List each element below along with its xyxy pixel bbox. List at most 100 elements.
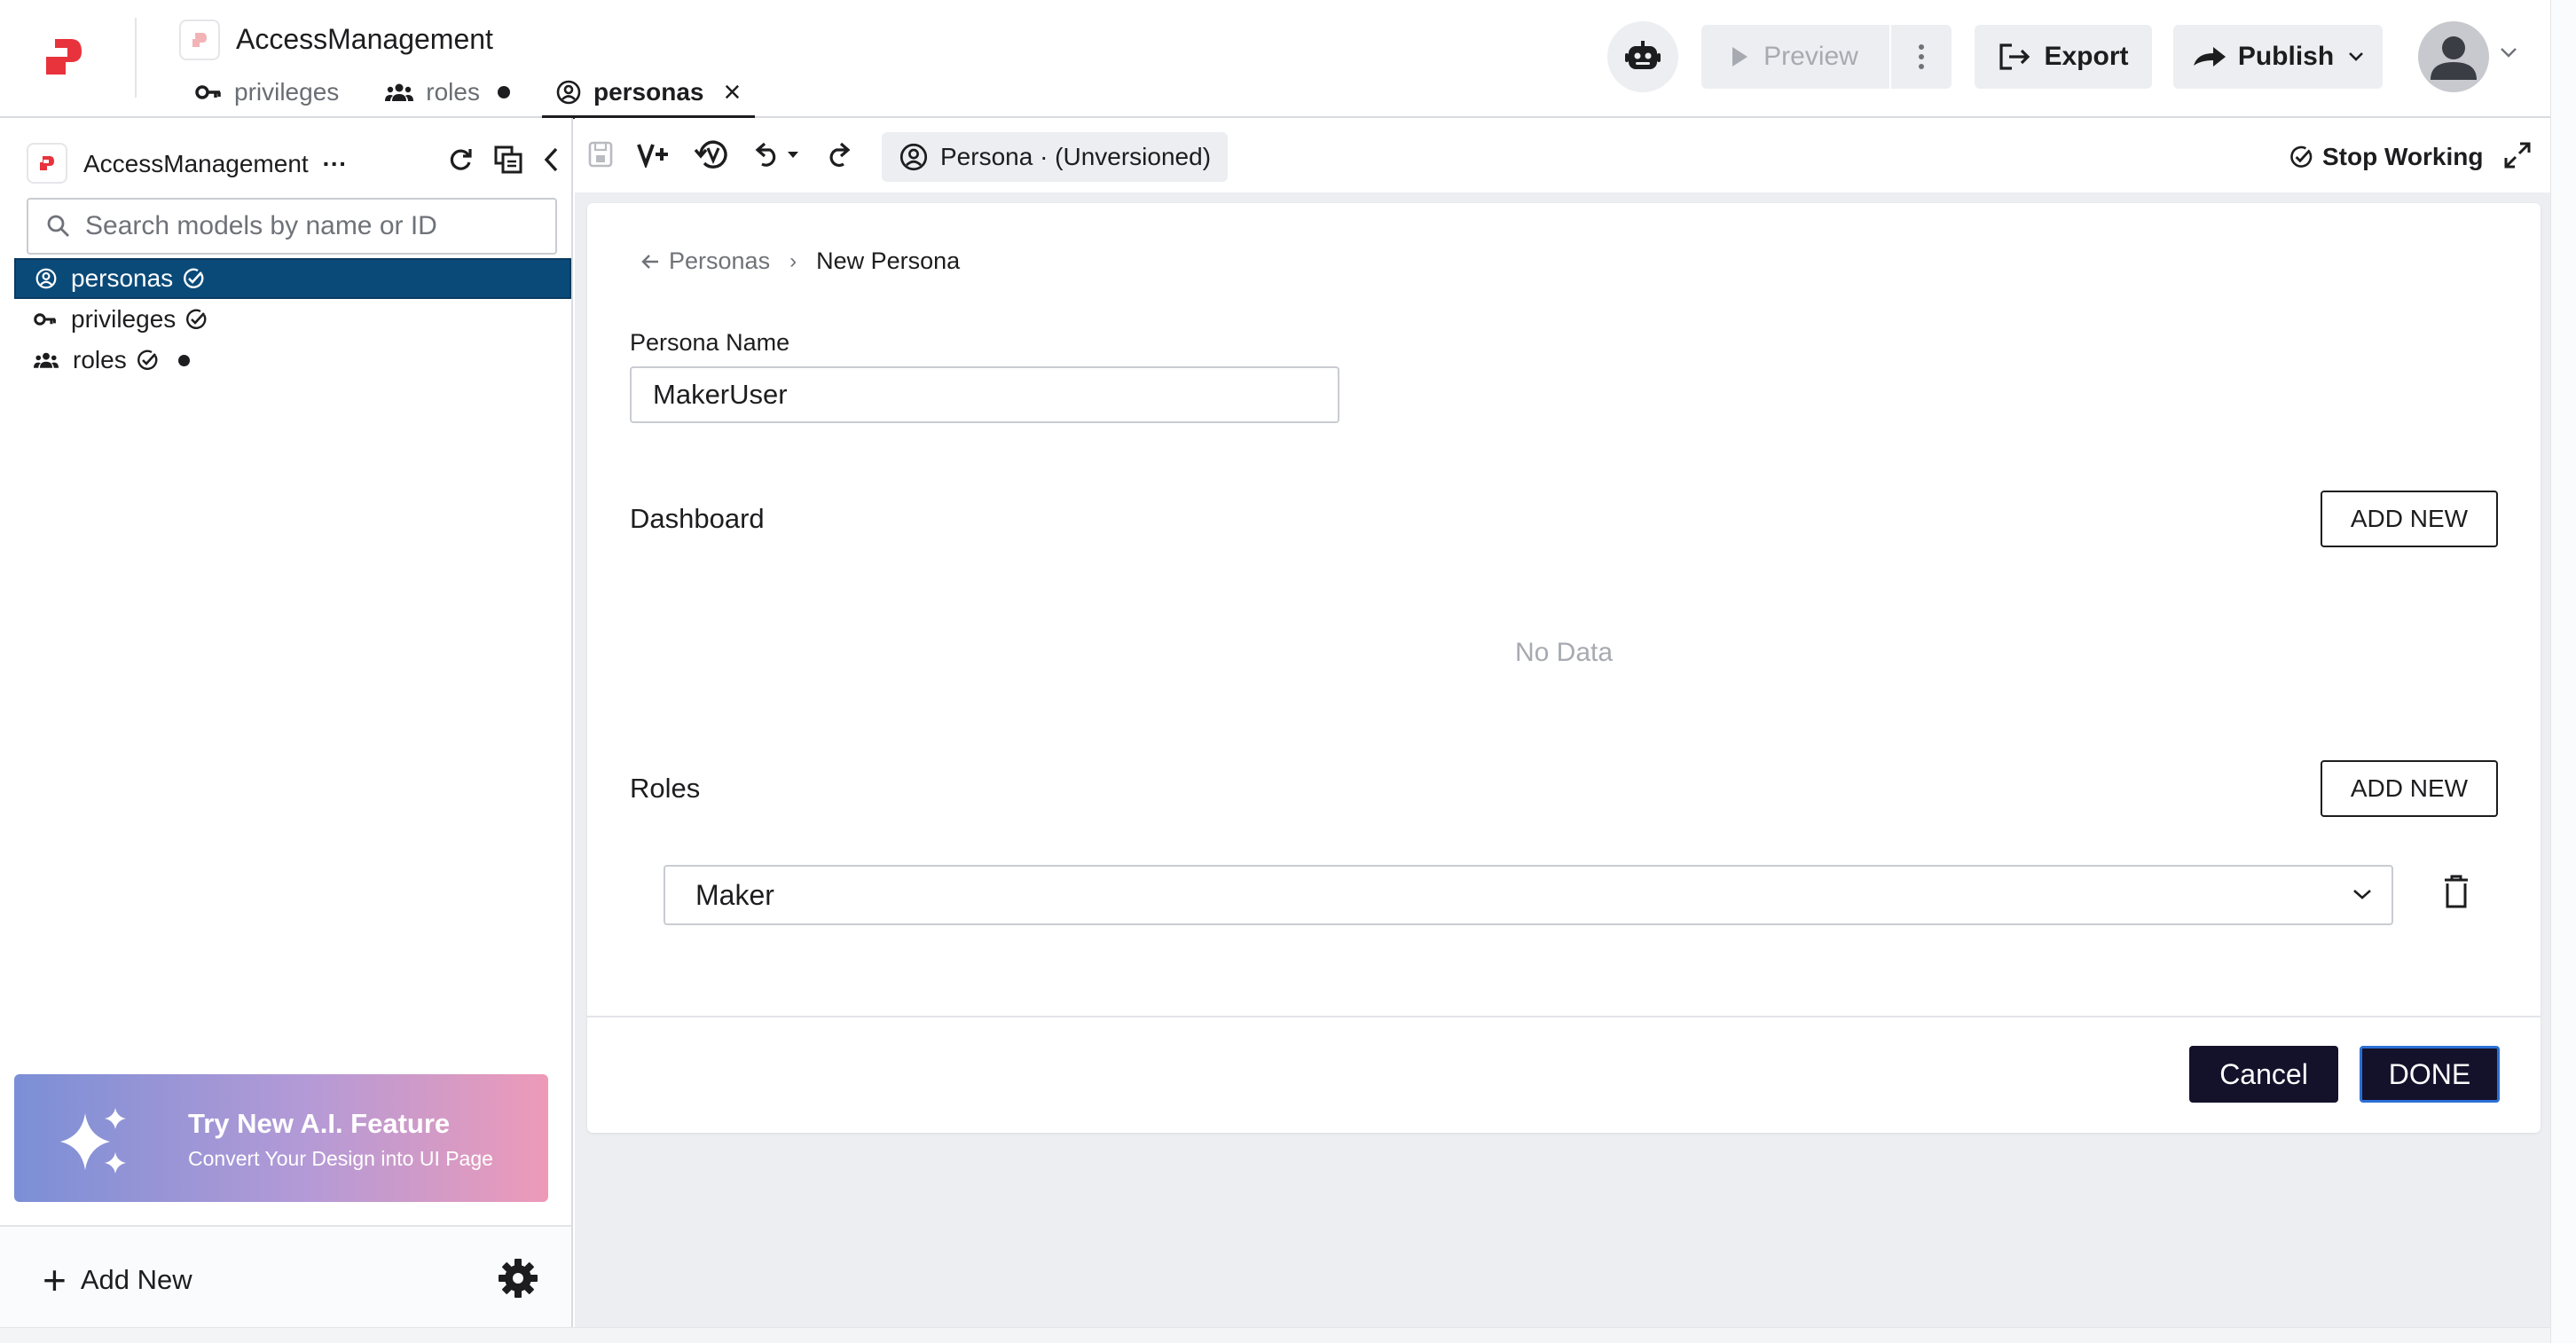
group-icon xyxy=(34,352,59,368)
persona-name-value: MakerUser xyxy=(653,379,788,410)
arrow-left-icon[interactable] xyxy=(640,253,660,271)
page-scrollbar[interactable] xyxy=(2550,0,2576,1343)
add-new-label: Add New xyxy=(80,1264,192,1295)
model-tabs: privileges roles personas × xyxy=(195,67,787,119)
tree-item-personas[interactable]: personas xyxy=(14,258,571,299)
undo-icon[interactable] xyxy=(752,141,802,168)
roles-section-title: Roles xyxy=(630,773,701,804)
trash-icon[interactable] xyxy=(2443,874,2470,909)
tab-label: personas xyxy=(593,78,704,106)
app-icon xyxy=(179,20,220,60)
sidebar-tools xyxy=(447,145,559,175)
ai-banner-title: Try New A.I. Feature xyxy=(188,1108,451,1139)
ai-assistant-button[interactable] xyxy=(1607,21,1678,92)
preview-button[interactable]: Preview xyxy=(1701,25,1889,89)
breadcrumb: Personas › New Persona xyxy=(640,247,960,275)
more-icon[interactable]: ··· xyxy=(322,150,347,177)
export-icon xyxy=(1999,43,2030,70)
copy-icon[interactable] xyxy=(493,145,523,175)
checked-circle-icon xyxy=(137,349,158,370)
dashboard-add-new-button[interactable]: ADD NEW xyxy=(2321,491,2498,547)
tree-item-label: privileges xyxy=(71,305,177,333)
persona-form-card: Personas › New Persona Persona Name Make… xyxy=(587,203,2541,1133)
stop-working-label: Stop Working xyxy=(2322,143,2484,170)
preview-label: Preview xyxy=(1763,42,1858,71)
search-icon xyxy=(47,215,69,237)
chevron-down-icon xyxy=(2349,52,2364,61)
roles-add-new-button[interactable]: ADD NEW xyxy=(2321,760,2498,817)
tab-roles[interactable]: roles xyxy=(385,67,510,117)
add-new-label: ADD NEW xyxy=(2350,505,2469,532)
breadcrumb-separator-icon: › xyxy=(789,248,797,273)
cancel-label: Cancel xyxy=(2219,1057,2308,1090)
app-title: AccessManagement xyxy=(236,23,493,55)
tab-personas[interactable]: personas × xyxy=(541,67,756,119)
sidebar-title[interactable]: AccessManagement ··· xyxy=(83,150,347,178)
model-sidebar: AccessManagement ··· personas privileges… xyxy=(0,118,573,1327)
export-label: Export xyxy=(2044,42,2129,71)
tree-item-roles[interactable]: roles xyxy=(14,340,571,381)
tab-privileges[interactable]: privileges xyxy=(195,67,339,117)
done-button[interactable]: DONE xyxy=(2360,1046,2500,1103)
new-version-icon[interactable] xyxy=(637,141,671,168)
cancel-button[interactable]: Cancel xyxy=(2189,1046,2338,1103)
key-icon xyxy=(195,85,221,99)
add-new-button[interactable]: + Add New xyxy=(43,1257,192,1303)
tab-label: privileges xyxy=(234,78,340,106)
sidebar-footer: + Add New xyxy=(0,1225,571,1327)
done-label: DONE xyxy=(2388,1057,2471,1090)
persona-name-label: Persona Name xyxy=(630,329,790,356)
tree-item-label: personas xyxy=(71,264,174,292)
dashboard-empty-state: No Data xyxy=(1514,638,1614,667)
key-icon xyxy=(34,313,56,326)
unsaved-dot xyxy=(497,86,510,98)
robot-icon xyxy=(1625,41,1661,69)
role-select[interactable]: Maker xyxy=(664,865,2393,925)
checked-circle-icon xyxy=(186,309,207,329)
publish-label: Publish xyxy=(2237,42,2335,71)
search-input[interactable] xyxy=(85,211,546,241)
person-avatar-icon xyxy=(2431,36,2477,80)
redo-icon[interactable] xyxy=(825,141,853,168)
tree-item-privileges[interactable]: privileges xyxy=(14,299,571,340)
sidebar-header: AccessManagement ··· xyxy=(27,136,559,189)
brand-logo-icon[interactable] xyxy=(39,32,89,82)
breadcrumb-parent-link[interactable]: Personas xyxy=(669,247,770,275)
collapse-sidebar-icon[interactable] xyxy=(543,146,559,173)
expand-icon[interactable] xyxy=(2503,141,2532,169)
group-icon xyxy=(385,83,414,101)
version-selector[interactable]: Persona · (Unversioned) xyxy=(882,132,1228,182)
save-icon[interactable] xyxy=(587,140,614,169)
preview-more-button[interactable] xyxy=(1891,25,1952,89)
persona-name-input[interactable]: MakerUser xyxy=(630,366,1339,423)
refresh-icon[interactable] xyxy=(447,146,474,173)
header-divider xyxy=(135,18,137,98)
version-history-icon[interactable] xyxy=(694,137,729,171)
publish-button[interactable]: Publish xyxy=(2173,25,2383,89)
gear-icon[interactable] xyxy=(497,1257,539,1300)
top-bar: AccessManagement privileges roles person… xyxy=(0,0,2576,119)
chevron-down-icon[interactable] xyxy=(2500,46,2517,59)
sparkle-icon xyxy=(60,1108,126,1174)
publish-arrow-icon xyxy=(2193,47,2226,67)
add-new-label: ADD NEW xyxy=(2350,774,2469,802)
ai-banner-subtitle: Convert Your Design into UI Page xyxy=(188,1147,493,1170)
checked-circle-icon xyxy=(184,268,204,288)
plus-icon: + xyxy=(43,1257,67,1303)
bottom-edge xyxy=(0,1327,2550,1343)
checked-circle-icon xyxy=(2290,145,2313,168)
dashboard-section-title: Dashboard xyxy=(630,503,765,534)
person-circle-icon xyxy=(899,143,928,171)
tree-item-label: roles xyxy=(73,346,127,373)
editor-area: Persona · (Unversioned) Stop Working Per… xyxy=(575,118,2550,1327)
unsaved-dot xyxy=(177,354,190,366)
toolbar-actions xyxy=(587,137,853,171)
ai-feature-banner[interactable]: Try New A.I. Feature Convert Your Design… xyxy=(14,1074,548,1202)
vertical-dots-icon xyxy=(1919,44,1924,69)
editor-toolbar: Persona · (Unversioned) Stop Working xyxy=(575,118,2550,192)
model-search[interactable] xyxy=(27,198,557,255)
stop-working-button[interactable]: Stop Working xyxy=(2289,143,2483,171)
close-tab-icon[interactable]: × xyxy=(723,75,741,110)
user-avatar[interactable] xyxy=(2418,21,2489,92)
export-button[interactable]: Export xyxy=(1975,25,2152,89)
